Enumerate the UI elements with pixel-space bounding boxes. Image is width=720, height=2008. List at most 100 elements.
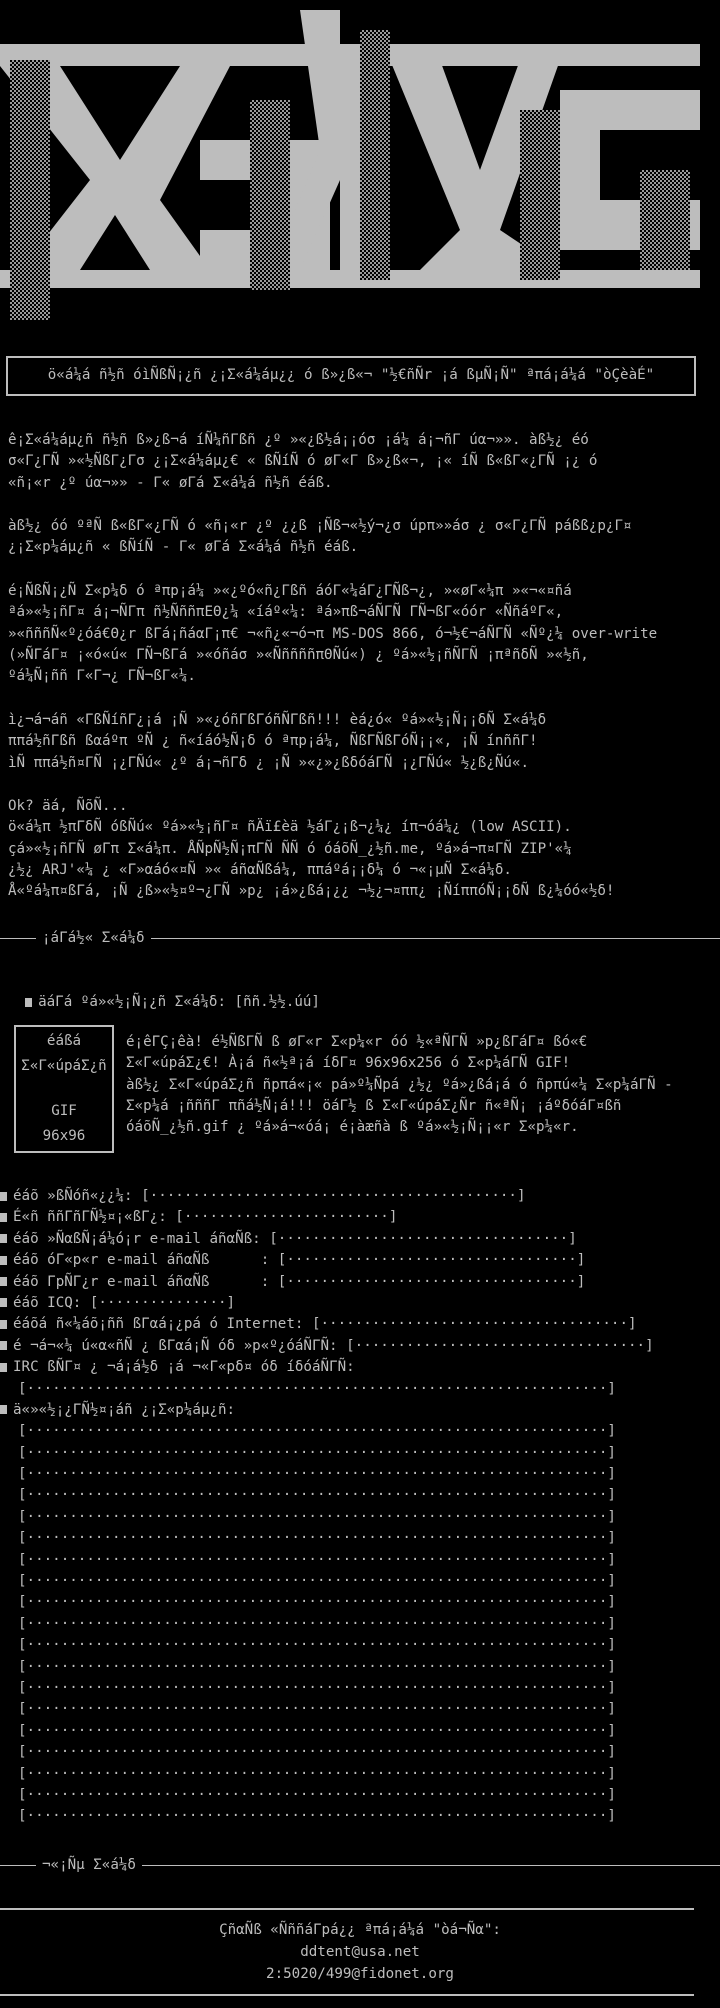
bullet-icon xyxy=(0,1341,7,1351)
form-row: éáõ ICQ: [···············] xyxy=(0,1293,720,1314)
about-input-line[interactable]: [·······································… xyxy=(18,1616,616,1632)
bullet-icon xyxy=(0,1191,7,1201)
form-row: [·······································… xyxy=(0,1421,720,1442)
footer-fidonet-address: 2:5020/499@fidonet.org xyxy=(266,1966,454,1982)
section-end-title: ¬«¡Ñµ Σ«á¼δ xyxy=(42,1856,136,1873)
form-row: [·······································… xyxy=(0,1721,720,1742)
form-row: éáõ ΓpÑΓ¿r e-mail áñαÑß : [·············… xyxy=(0,1272,720,1293)
about-input-line[interactable]: [·······································… xyxy=(18,1701,616,1717)
form-label: éáõ »ÑαßÑ¡á¼ó¡r e-mail áñαÑß: xyxy=(13,1230,261,1247)
form-row: [·······································… xyxy=(0,1806,720,1827)
about-input-line[interactable]: [·······································… xyxy=(18,1680,616,1696)
about-input-line[interactable]: [·······································… xyxy=(18,1659,616,1675)
form-input-field[interactable]: [····································] xyxy=(312,1316,637,1332)
form-row: éáõ óΓ«p«r e-mail áñαÑß : [·············… xyxy=(0,1250,720,1271)
form-label: éáõ ICQ: xyxy=(13,1294,82,1311)
about-input-line[interactable]: [·······································… xyxy=(18,1766,616,1782)
form-label: é ¬á¬«¼ ú«α«ñÑ ¿ ßΓαá¡Ñ óδ »p«º¿óáÑΓÑ: xyxy=(13,1337,338,1354)
about-input-line[interactable]: [·······································… xyxy=(18,1808,616,1824)
form-row: [·······································… xyxy=(0,1785,720,1806)
bullet-icon xyxy=(0,1277,7,1287)
about-label: ä«»«½¡¿ΓÑ½¤¡áñ ¿¡Σ«p¼áµ¿ñ: xyxy=(13,1401,236,1418)
form-input-field[interactable]: [··································] xyxy=(346,1338,654,1354)
avatar-description: é¡êΓÇ¡êà! é½ÑßГÑ ß øГ«r Σ«p¼«r óó ½«ªÑГÑ… xyxy=(126,1034,673,1136)
section-divider-start: ¡áΓá½« Σ«á¼δ xyxy=(0,928,720,949)
about-input-line[interactable]: [·······································… xyxy=(18,1573,616,1589)
form-row: [·······································… xyxy=(0,1764,720,1785)
about-input-line[interactable]: [·······································… xyxy=(18,1423,616,1439)
bullet-icon xyxy=(0,1298,7,1308)
logo-ascii-art xyxy=(0,10,700,320)
bullet-icon xyxy=(0,1234,7,1244)
about-input-line[interactable]: [·······································… xyxy=(18,1487,616,1503)
intro-paragraph-5: Ok? äá, ÑõÑ... ö«á¼π ½πΓδÑ óßÑú« ºá»«½¡ñ… xyxy=(8,798,615,900)
bullet-icon xyxy=(0,1405,7,1415)
intro-paragraph-2: àß½¿ óó ºªÑ ß«ßГ«¿ГÑ ó «ñ¡«r ¿º ¿¿ß ¡Ñß¬… xyxy=(8,518,632,556)
form-row: [·······································… xyxy=(0,1635,720,1656)
form-input-field[interactable]: [························] xyxy=(175,1209,397,1225)
form-row: É«ñ ññΓñГÑ½¤¡«ßΓ¿: [····················… xyxy=(0,1207,720,1228)
form-input-field[interactable]: [···············] xyxy=(90,1295,235,1311)
form-row: é ¬á¬«¼ ú«α«ñÑ ¿ ßΓαá¡Ñ óδ »p«º¿óáÑΓÑ: [… xyxy=(0,1336,720,1357)
section-title: ¡áΓá½« Σ«á¼δ xyxy=(42,929,145,946)
footer-email-link[interactable]: ddtent@usa.net xyxy=(0,1942,720,1963)
about-input-line[interactable]: [·······································… xyxy=(18,1445,616,1461)
avatar-line-3: GIF xyxy=(51,1103,77,1120)
form-row: [·······································… xyxy=(0,1507,720,1528)
about-input-line[interactable]: [·······································… xyxy=(18,1594,616,1610)
about-input-line[interactable]: [·······································… xyxy=(18,1552,616,1568)
form-row: [·······································… xyxy=(0,1657,720,1678)
form-label: éáõ ΓpÑΓ¿r e-mail áñαÑß : xyxy=(13,1273,270,1290)
irc-input-field[interactable]: [·······································… xyxy=(18,1381,616,1397)
about-input-line[interactable]: [·······································… xyxy=(18,1744,616,1760)
form-input-field[interactable]: [··································] xyxy=(278,1252,586,1268)
form-row: ä«»«½¡¿ΓÑ½¤¡áñ ¿¡Σ«p¼áµ¿ñ: xyxy=(0,1400,720,1421)
form-row: [·······································… xyxy=(0,1528,720,1549)
form-row: [·······································… xyxy=(0,1485,720,1506)
form-row: [·······································… xyxy=(0,1614,720,1635)
about-input-line[interactable]: [·······································… xyxy=(18,1530,616,1546)
about-input-line[interactable]: [·······································… xyxy=(18,1723,616,1739)
footer-bottom-rule xyxy=(0,1994,694,1996)
form-input-field[interactable]: [·······································… xyxy=(141,1188,525,1204)
avatar-line-1: éáßá xyxy=(46,1033,82,1049)
form-row: [·······································… xyxy=(0,1464,720,1485)
bullet-icon xyxy=(0,1212,7,1222)
irc-label: IRC ßÑΓ¤ ¿ ¬á¡á½δ ¡á ¬«Γ«pδ¤ óδ íδóáÑΓÑ: xyxy=(13,1359,355,1376)
avatar-line-2: Σ«Г«úpáΣ¿ñ xyxy=(21,1057,107,1074)
intro-paragraph-3: é¡ÑßÑ¡¿Ñ Σ«p¼δ ó ªπp¡á¼ »«¿ºó«ñ¿Гßñ áóГ«… xyxy=(8,583,658,685)
form-row: [·······································… xyxy=(0,1443,720,1464)
about-input-line[interactable]: [·······································… xyxy=(18,1637,616,1653)
form-row: éáõá ñ«¼áõ¡ññ ßΓαá¡¿pá ó Internet: [····… xyxy=(0,1314,720,1335)
bullet-icon xyxy=(25,997,33,1007)
form-input-field[interactable]: [··································] xyxy=(278,1274,586,1290)
bullet-icon xyxy=(0,1255,7,1265)
bullet-icon xyxy=(0,1362,7,1372)
footer-contact-heading: ÇñαÑß «ÑññáΓpá¿¿ ªπá¡á¼á "òá¬Ñα": xyxy=(219,1922,501,1938)
form-input-field[interactable]: [··································] xyxy=(269,1231,577,1247)
about-input-line[interactable]: [·······································… xyxy=(18,1787,616,1803)
section-divider-end: ¬«¡Ñµ Σ«á¼δ xyxy=(0,1855,720,1876)
form-label: É«ñ ññΓñГÑ½¤¡«ßΓ¿: xyxy=(13,1209,167,1226)
avatar-placeholder-box: éáßá Σ«Г«úpáΣ¿ñ GIF 96x96 xyxy=(14,1025,114,1153)
form-label: éáõá ñ«¼áõ¡ññ ßΓαá¡¿pá ó Internet: xyxy=(13,1316,304,1333)
form-row: éáõ »ßÑóñ«¿¿¼: [························… xyxy=(0,1186,720,1207)
form-label: éáõ óΓ«p«r e-mail áñαÑß : xyxy=(13,1252,270,1269)
form-row: [·······································… xyxy=(0,1571,720,1592)
about-input-line[interactable]: [·······································… xyxy=(18,1509,616,1525)
about-input-line[interactable]: [·······································… xyxy=(18,1466,616,1482)
form-row: [·······································… xyxy=(0,1699,720,1720)
form-row: [·······································… xyxy=(0,1379,720,1400)
footer-top-rule xyxy=(0,1908,694,1910)
form-date-line: äáΓá ºá»«½¡Ñ¡¿ñ Σ«á¼δ: [ññ.½½.úú] xyxy=(8,971,712,1014)
intro-paragraph-1: ê¡Σ«á¼áµ¿ñ ñ½ñ ß»¿ß¬á íÑ¼ñГßñ ¿º »«¿ß½á¡… xyxy=(8,432,598,491)
form-row: [·······································… xyxy=(0,1742,720,1763)
form-row: [·······································… xyxy=(0,1678,720,1699)
questionnaire-form: éáõ »ßÑóñ«¿¿¼: [························… xyxy=(0,1186,720,1828)
document-title-box: ö«á¼á ñ½ñ óìÑßÑ¡¿ñ ¿¡Σ«á¼áµ¿¿ ó ß»¿ß«¬ "… xyxy=(6,356,696,396)
avatar-line-4: 96x96 xyxy=(42,1127,86,1144)
form-row: éáõ »ÑαßÑ¡á¼ó¡r e-mail áñαÑß: [·········… xyxy=(0,1229,720,1250)
bullet-icon xyxy=(0,1319,7,1329)
form-row: [·······································… xyxy=(0,1592,720,1613)
form-row: [·······································… xyxy=(0,1550,720,1571)
